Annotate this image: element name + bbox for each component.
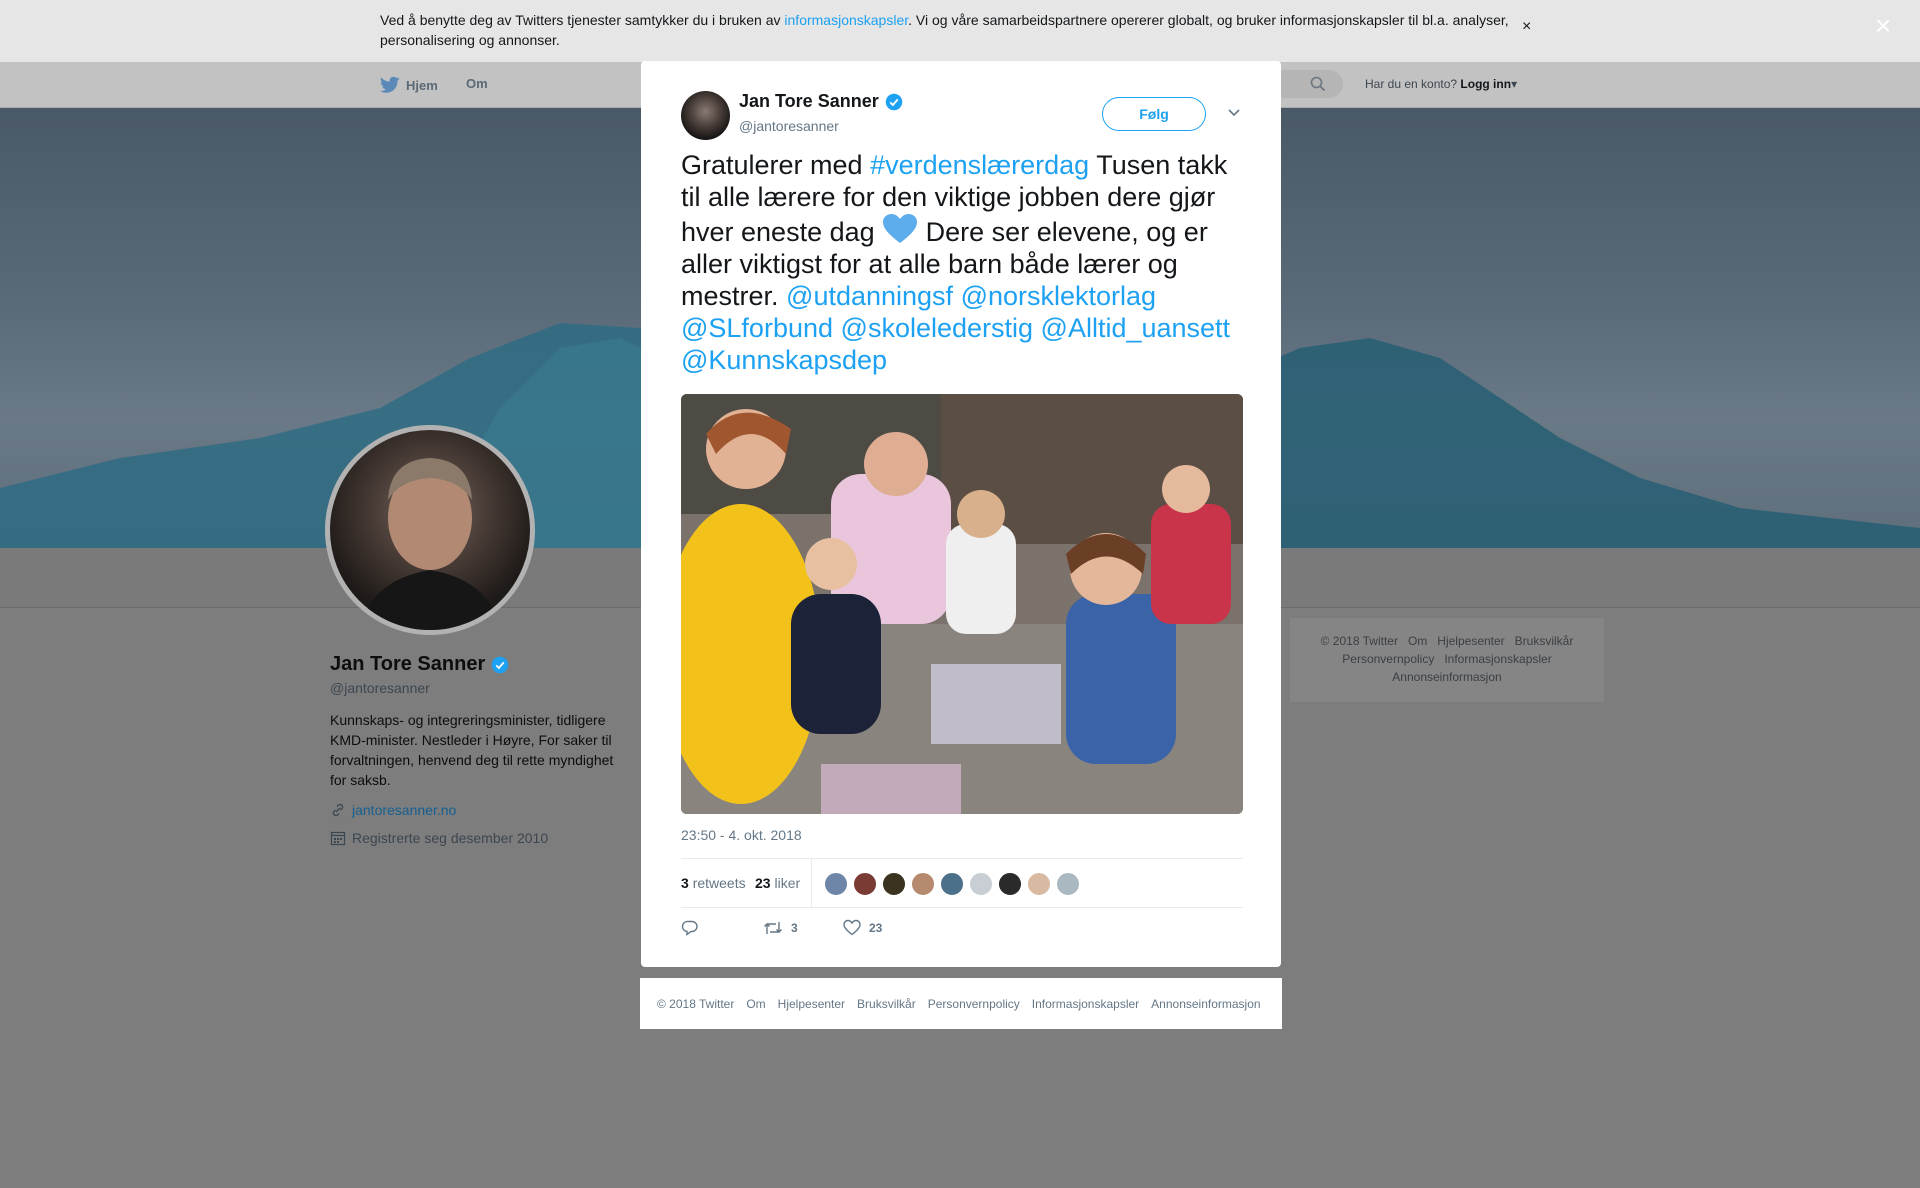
liker-avatar[interactable] bbox=[853, 872, 877, 896]
footer-ads-link[interactable]: Annonseinformasjon bbox=[1151, 997, 1260, 1011]
tweet-photo-scene bbox=[681, 394, 1243, 814]
liker-avatar[interactable] bbox=[1056, 872, 1080, 896]
verified-badge-icon bbox=[491, 656, 509, 673]
tweet-timestamp[interactable]: 23:50 - 4. okt. 2018 bbox=[681, 827, 802, 843]
like-count: 23 bbox=[869, 921, 883, 935]
chevron-down-icon[interactable] bbox=[1225, 103, 1243, 121]
mention-link[interactable]: @utdanningsf bbox=[786, 281, 953, 311]
profile-bio: Kunnskaps- og integreringsminister, tidl… bbox=[330, 712, 614, 788]
tweet-author-handle[interactable]: @jantoresanner bbox=[739, 118, 839, 134]
footer-privacy-link[interactable]: Personvernpolicy bbox=[928, 997, 1020, 1011]
retweet-count: 3 bbox=[791, 921, 798, 935]
cookie-banner: Ved å benytte deg av Twitters tjenester … bbox=[0, 0, 1920, 62]
profile-name[interactable]: Jan Tore Sanner bbox=[330, 653, 509, 676]
twitter-bird-icon bbox=[380, 76, 400, 93]
liker-avatar[interactable] bbox=[911, 872, 935, 896]
side-footer: © 2018 Twitter Om Hjelpesenter Bruksvilkår … bbox=[1290, 618, 1604, 702]
tweet-author-avatar[interactable] bbox=[681, 91, 730, 140]
hashtag-link[interactable]: #verdenslærerdag bbox=[870, 150, 1089, 180]
cookie-text-before: Ved å benytte deg av Twitters tjenester … bbox=[380, 12, 785, 28]
profile-avatar[interactable] bbox=[325, 425, 535, 635]
footer-about-link[interactable]: Om bbox=[746, 997, 765, 1011]
profile-handle: @jantoresanner bbox=[330, 680, 430, 696]
footer-cookies-link[interactable]: Informasjonskapsler bbox=[1032, 997, 1139, 1011]
likers-avatars bbox=[824, 872, 1080, 896]
mention-link[interactable]: @Alltid_uansett bbox=[1041, 313, 1231, 343]
likes-count: 23 bbox=[755, 875, 771, 891]
mention-link[interactable]: @Kunnskapsdep bbox=[681, 345, 887, 375]
caret-down-icon[interactable]: ▾ bbox=[1511, 77, 1517, 91]
liker-avatar[interactable] bbox=[824, 872, 848, 896]
footer-help-link[interactable]: Hjelpesenter bbox=[778, 997, 845, 1011]
likes-label: liker bbox=[774, 875, 801, 891]
side-footer-help-link[interactable]: Hjelpesenter bbox=[1437, 634, 1504, 648]
stats-divider bbox=[811, 859, 812, 907]
likes-stat[interactable]: 23 liker bbox=[755, 875, 800, 891]
liker-avatar[interactable] bbox=[969, 872, 993, 896]
tweet-text: Gratulerer med #verdenslærerdag Tusen ta… bbox=[681, 149, 1251, 376]
retweet-button[interactable]: 3 bbox=[763, 919, 798, 937]
tweet-text-part: Gratulerer med bbox=[681, 150, 871, 180]
retweets-count: 3 bbox=[681, 875, 689, 891]
liker-avatar[interactable] bbox=[882, 872, 906, 896]
nav-home-label: Hjem bbox=[406, 77, 438, 93]
account-question: Har du en konto? bbox=[1365, 77, 1458, 91]
retweets-stat[interactable]: 3 retweets bbox=[681, 875, 746, 891]
heart-icon bbox=[843, 919, 861, 936]
like-button[interactable]: 23 bbox=[843, 919, 882, 937]
link-icon bbox=[332, 803, 344, 817]
verified-badge-icon bbox=[885, 93, 902, 110]
avatar-portrait bbox=[360, 458, 500, 630]
login-link[interactable]: Logg inn bbox=[1460, 77, 1511, 91]
search-icon[interactable] bbox=[1310, 76, 1326, 92]
blue-heart-icon bbox=[883, 214, 918, 243]
side-footer-ads-link[interactable]: Annonseinformasjon bbox=[1392, 670, 1501, 684]
liker-avatar[interactable] bbox=[998, 872, 1022, 896]
account-prompt: Har du en konto? Logg inn▾ bbox=[1365, 77, 1517, 91]
profile-website: jantoresanner.no bbox=[330, 802, 456, 818]
liker-avatar[interactable] bbox=[1027, 872, 1051, 896]
profile-name-text: Jan Tore Sanner bbox=[330, 653, 486, 675]
mention-link[interactable]: @skolelederstig bbox=[841, 313, 1034, 343]
reply-icon bbox=[681, 920, 698, 936]
retweets-label: retweets bbox=[692, 875, 746, 891]
follow-button[interactable]: Følg bbox=[1102, 97, 1206, 131]
footer-copyright: © 2018 Twitter bbox=[657, 996, 735, 1011]
profile-joined: Registrerte seg desember 2010 bbox=[330, 830, 548, 846]
joined-text: Registrerte seg desember 2010 bbox=[352, 830, 549, 846]
footer-terms-link[interactable]: Bruksvilkår bbox=[857, 997, 916, 1011]
tweet-modal: Jan Tore Sanner @jantoresanner Følg Grat… bbox=[641, 61, 1281, 967]
mention-link[interactable]: @norsklektorlag bbox=[961, 281, 1157, 311]
cookie-link[interactable]: informasjonskapsler bbox=[784, 12, 908, 28]
cookie-close-button[interactable]: × bbox=[1522, 18, 1531, 36]
modal-footer: © 2018 Twitter Om Hjelpesenter Bruksvilk… bbox=[640, 978, 1282, 1029]
side-footer-cookies-link[interactable]: Informasjonskapsler bbox=[1444, 652, 1551, 666]
tweet-author-name[interactable]: Jan Tore Sanner bbox=[739, 91, 903, 112]
side-footer-copyright: © 2018 Twitter bbox=[1320, 634, 1398, 648]
modal-close-button[interactable]: × bbox=[1875, 12, 1891, 40]
retweet-icon bbox=[764, 922, 782, 934]
side-footer-about-link[interactable]: Om bbox=[1408, 634, 1427, 648]
tweet-stats: 3 retweets 23 liker bbox=[681, 858, 1243, 908]
tweet-author-name-text: Jan Tore Sanner bbox=[739, 91, 879, 111]
side-footer-terms-link[interactable]: Bruksvilkår bbox=[1515, 634, 1574, 648]
side-footer-privacy-link[interactable]: Personvernpolicy bbox=[1342, 652, 1434, 666]
reply-button[interactable] bbox=[681, 919, 699, 937]
calendar-icon bbox=[330, 831, 346, 846]
tweet-photo[interactable] bbox=[681, 394, 1243, 814]
liker-avatar[interactable] bbox=[940, 872, 964, 896]
website-link[interactable]: jantoresanner.no bbox=[352, 802, 456, 818]
cookie-text: Ved å benytte deg av Twitters tjenester … bbox=[380, 10, 1520, 50]
nav-home-link[interactable]: Hjem bbox=[380, 76, 438, 94]
tweet-actions: 3 23 bbox=[681, 919, 1243, 949]
mention-link[interactable]: @SLforbund bbox=[681, 313, 833, 343]
nav-about-link[interactable]: Om bbox=[466, 76, 488, 91]
